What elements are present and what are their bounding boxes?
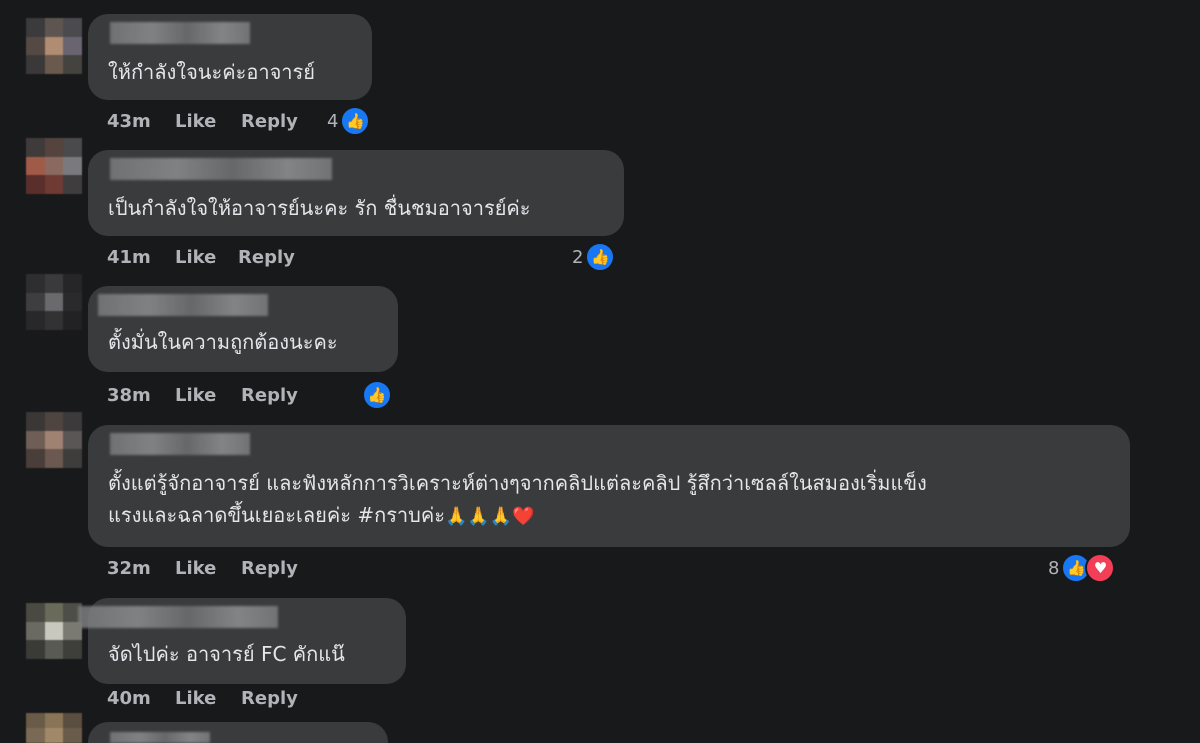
comment-bubble: ตั้งมั่นในความถูกต้องนะคะ — [88, 286, 398, 372]
author-name-blurred[interactable] — [110, 732, 210, 743]
comment-bubble — [88, 722, 388, 743]
author-name-blurred[interactable] — [78, 606, 278, 628]
reaction-summary[interactable]: 4 👍 — [327, 106, 371, 136]
reaction-count: 8 — [1048, 557, 1060, 579]
reply-button[interactable]: Reply — [241, 111, 298, 132]
comment-text: ตั้งแต่รู้จักอาจารย์ และฟังหลักการวิเครา… — [108, 467, 1110, 533]
reply-button[interactable]: Reply — [241, 385, 298, 406]
avatar[interactable] — [26, 274, 82, 330]
reaction-count: 2 — [572, 246, 584, 268]
avatar[interactable] — [26, 603, 82, 659]
avatar[interactable] — [26, 713, 82, 743]
avatar[interactable] — [26, 412, 82, 468]
reaction-summary[interactable]: 👍 — [362, 380, 392, 410]
reaction-count: 4 — [327, 110, 339, 132]
comment-text: เป็นกำลังใจให้อาจารย์นะคะ รัก ชื่นชมอาจา… — [108, 196, 531, 220]
timestamp[interactable]: 43m — [107, 111, 175, 132]
comment-actions: 41m Like Reply — [107, 247, 295, 268]
reply-button[interactable]: Reply — [241, 688, 298, 709]
comment-bubble: ตั้งแต่รู้จักอาจารย์ และฟังหลักการวิเครา… — [88, 425, 1130, 547]
timestamp[interactable]: 40m — [107, 688, 175, 709]
avatar[interactable] — [26, 18, 82, 74]
author-name-blurred[interactable] — [98, 294, 268, 316]
reply-button[interactable]: Reply — [238, 247, 295, 268]
comment-text: ให้กำลังใจนะค่ะอาจารย์ — [108, 60, 315, 84]
author-name-blurred[interactable] — [110, 22, 250, 44]
thumbs-up-icon: 👍 — [362, 380, 392, 410]
timestamp[interactable]: 38m — [107, 385, 175, 406]
avatar[interactable] — [26, 138, 82, 194]
comment-text: ตั้งมั่นในความถูกต้องนะคะ — [108, 330, 338, 354]
thumbs-up-icon: 👍 — [585, 242, 616, 272]
comment-actions: 32m Like Reply — [107, 558, 298, 579]
comment-actions: 43m Like Reply — [107, 111, 298, 132]
heart-icon: ♥ — [1085, 553, 1116, 583]
comment-bubble: เป็นกำลังใจให้อาจารย์นะคะ รัก ชื่นชมอาจา… — [88, 150, 624, 236]
comment-text: จัดไปค่ะ อาจารย์ FC คักแน๊ — [108, 642, 345, 666]
emoji-pray-heart: 🙏🙏🙏❤️ — [444, 506, 535, 527]
like-button[interactable]: Like — [175, 688, 241, 709]
author-name-blurred[interactable] — [110, 433, 250, 455]
like-button[interactable]: Like — [175, 385, 241, 406]
like-button[interactable]: Like — [175, 247, 238, 268]
author-name-blurred[interactable] — [110, 158, 332, 180]
comment-bubble: ให้กำลังใจนะค่ะอาจารย์ — [88, 14, 372, 100]
timestamp[interactable]: 32m — [107, 558, 175, 579]
comment-bubble: จัดไปค่ะ อาจารย์ FC คักแน๊ — [78, 598, 406, 684]
thumbs-up-icon: 👍 — [340, 106, 371, 136]
reply-button[interactable]: Reply — [241, 558, 298, 579]
like-button[interactable]: Like — [175, 111, 241, 132]
reaction-summary[interactable]: 8 👍 ♥ — [1048, 553, 1116, 583]
like-button[interactable]: Like — [175, 558, 241, 579]
timestamp[interactable]: 41m — [107, 247, 175, 268]
reaction-summary[interactable]: 2 👍 — [572, 242, 616, 272]
comment-actions: 40m Like Reply — [107, 688, 298, 709]
comment-actions: 38m Like Reply — [107, 385, 298, 406]
